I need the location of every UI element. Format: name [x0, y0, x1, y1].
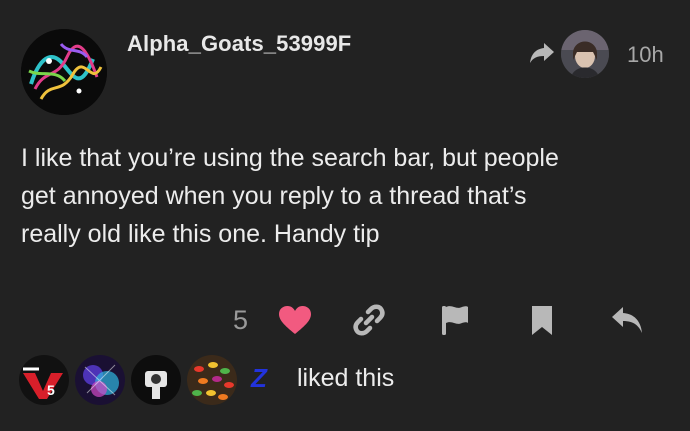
- reply-to-avatar-image: [561, 30, 609, 78]
- post-body: I like that you’re using the search bar,…: [21, 139, 661, 253]
- author-avatar[interactable]: [21, 29, 107, 115]
- liker-avatar[interactable]: [187, 355, 237, 405]
- heart-icon: [279, 306, 311, 334]
- liker-avatar-image: [187, 355, 237, 405]
- like-count[interactable]: 5: [233, 305, 248, 336]
- liker-avatar-image: 5: [19, 355, 69, 405]
- reply-button[interactable]: [609, 302, 645, 338]
- liker-avatar-image: [75, 355, 125, 405]
- post: Alpha_Goats_53999F 10h I like that you’r…: [0, 0, 690, 431]
- reply-to-indicator[interactable]: [527, 38, 557, 68]
- like-button[interactable]: [277, 302, 313, 338]
- svg-text:5: 5: [47, 382, 55, 398]
- liker-initial[interactable]: Z: [251, 363, 267, 394]
- author-username[interactable]: Alpha_Goats_53999F: [127, 31, 351, 57]
- bookmark-button[interactable]: [524, 302, 560, 338]
- reply-arrow-icon: [612, 307, 642, 333]
- share-arrow-icon: [530, 43, 554, 63]
- reply-to-avatar[interactable]: [561, 30, 609, 78]
- post-body-line: I like that you’re using the search bar,…: [21, 144, 559, 172]
- post-body-line: really old like this one. Handy tip: [21, 220, 380, 248]
- liker-avatar[interactable]: 5: [19, 355, 69, 405]
- liker-avatar-image: [131, 355, 181, 405]
- flag-icon: [442, 306, 468, 335]
- link-icon: [353, 304, 385, 336]
- flag-button[interactable]: [437, 302, 473, 338]
- liker-avatar[interactable]: [75, 355, 125, 405]
- author-avatar-image: [21, 29, 107, 115]
- post-body-line: get annoyed when you reply to a thread t…: [21, 182, 527, 210]
- liked-this-label: liked this: [297, 364, 395, 392]
- copy-link-button[interactable]: [351, 302, 387, 338]
- bookmark-icon: [532, 306, 552, 335]
- liker-avatar[interactable]: [131, 355, 181, 405]
- post-timestamp[interactable]: 10h: [627, 42, 664, 68]
